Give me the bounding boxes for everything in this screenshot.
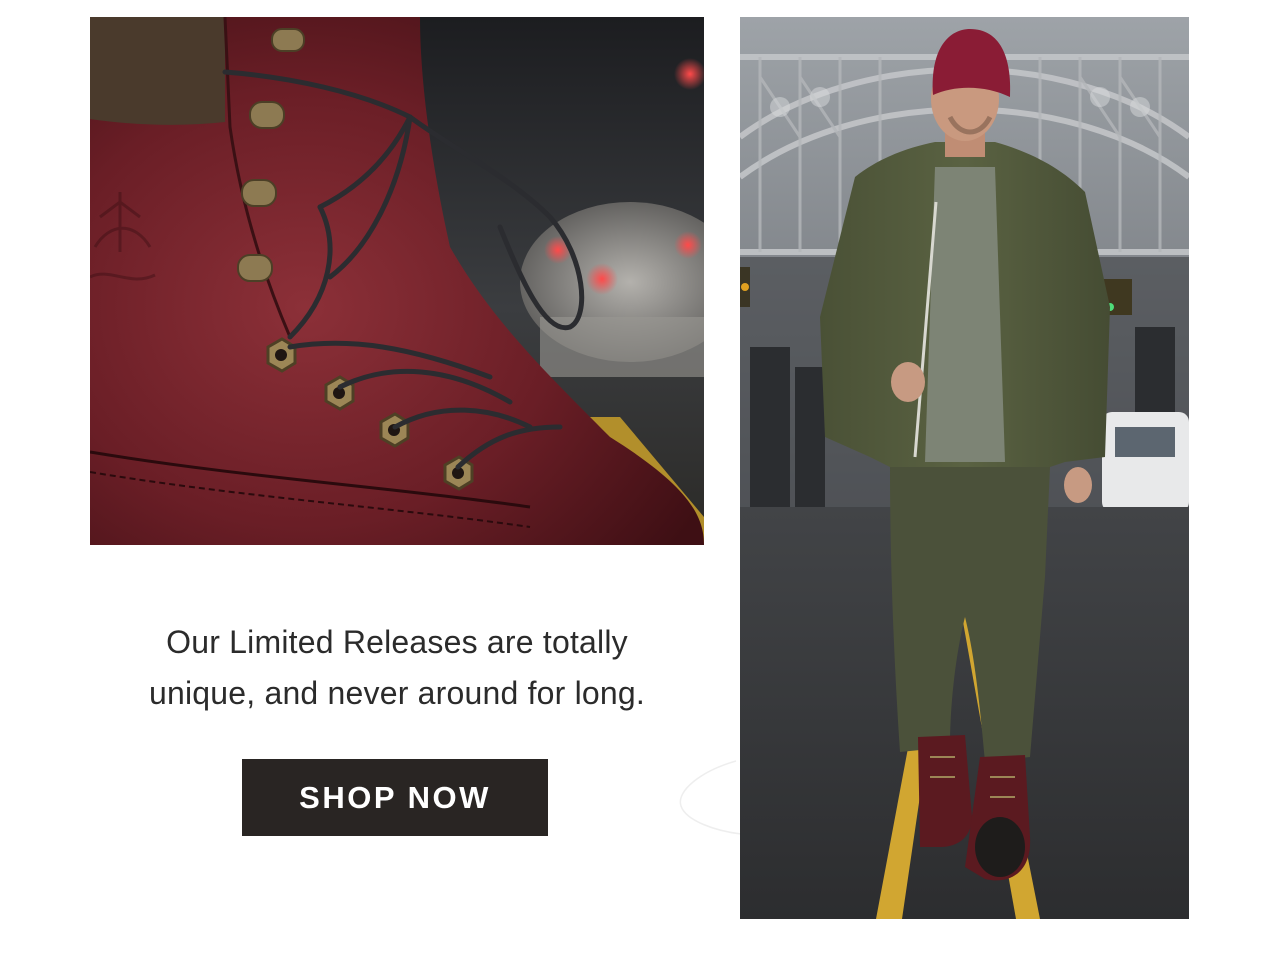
model-street-image[interactable] (740, 17, 1189, 919)
shop-now-button[interactable]: SHOP NOW (242, 759, 548, 836)
boot-closeup-image[interactable] (90, 17, 704, 545)
email-promo-page: Our Limited Releases are totally unique,… (0, 0, 1280, 960)
promo-copy: Our Limited Releases are totally unique,… (90, 617, 704, 719)
promo-copy-line-2: unique, and never around for long. (148, 675, 646, 711)
promo-copy-line-1: Our Limited Releases are totally (166, 624, 628, 660)
decorative-curve (679, 760, 742, 835)
